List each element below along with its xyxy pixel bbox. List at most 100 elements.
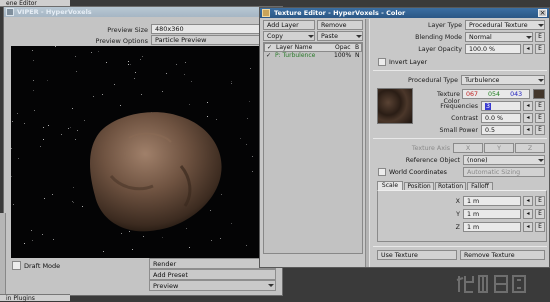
background-window-footer[interactable]: in Plugins bbox=[0, 294, 70, 302]
dropdown-arrow-icon bbox=[268, 284, 274, 287]
world-coordinates-checkbox[interactable] bbox=[378, 168, 386, 176]
layer-opacity: 100% bbox=[334, 52, 352, 59]
dropdown-arrow-icon bbox=[538, 24, 544, 27]
preview-size-label: Preview Size bbox=[107, 26, 148, 34]
render-preview-viewport[interactable] bbox=[11, 46, 279, 258]
pane-splitter[interactable] bbox=[365, 19, 370, 267]
add-layer-button[interactable]: Add Layer bbox=[263, 20, 315, 30]
viper-window-icon bbox=[6, 8, 14, 16]
envelope-e-icon[interactable]: E bbox=[535, 196, 545, 206]
frequencies-field[interactable]: 3 bbox=[481, 101, 521, 111]
axis-z-button[interactable]: Z bbox=[515, 143, 545, 153]
envelope-e-icon[interactable]: E bbox=[535, 101, 545, 111]
asteroid-render bbox=[90, 112, 222, 232]
envelope-e-icon[interactable]: E bbox=[535, 32, 545, 42]
texture-color-b: 043 bbox=[510, 91, 523, 98]
frequencies-value: 3 bbox=[485, 103, 492, 110]
invert-layer-label: Invert Layer bbox=[389, 59, 428, 66]
remove-texture-button[interactable]: Remove Texture bbox=[460, 250, 545, 260]
envelope-e-icon[interactable]: E bbox=[535, 209, 545, 219]
tab-scale[interactable]: Scale bbox=[377, 181, 403, 190]
section-divider bbox=[373, 246, 547, 247]
column-opacity: Opac bbox=[335, 44, 351, 51]
envelope-e-icon[interactable]: E bbox=[535, 113, 545, 123]
layer-row[interactable]: ✓ P: Turbulence 100% N bbox=[264, 52, 362, 61]
axis-y-button[interactable]: Y bbox=[484, 143, 514, 153]
texture-axis-label: Texture Axis bbox=[411, 145, 450, 152]
axis-x-button[interactable]: X bbox=[453, 143, 483, 153]
envelope-e-icon[interactable]: E bbox=[535, 44, 545, 54]
reference-object-label: Reference Object bbox=[405, 157, 460, 164]
checkmark-icon: ✓ bbox=[267, 44, 273, 51]
section-divider bbox=[373, 70, 547, 71]
procedural-type-select[interactable]: Turbulence bbox=[461, 75, 545, 85]
scale-x-label: X bbox=[455, 198, 460, 205]
add-preset-button[interactable]: Add Preset bbox=[149, 269, 276, 280]
layer-type-label: Layer Type bbox=[427, 22, 462, 29]
column-layer-name: Layer Name bbox=[276, 44, 313, 51]
preview-options-select[interactable]: Particle Preview bbox=[151, 35, 273, 45]
texture-editor-title-bar[interactable]: Texture Editor - HyperVoxels - Color × bbox=[260, 8, 549, 18]
contrast-label: Contrast bbox=[451, 115, 478, 122]
side-scroll-strip[interactable] bbox=[0, 213, 6, 301]
small-power-label: Small Power bbox=[439, 127, 478, 134]
remove-layer-button[interactable]: Remove Layer bbox=[317, 20, 363, 38]
dropdown-arrow-icon bbox=[308, 35, 314, 38]
viper-title-bar[interactable]: VIPER - HyperVoxels bbox=[4, 7, 282, 17]
viper-window: VIPER - HyperVoxels Preview Size 480x360… bbox=[3, 6, 283, 296]
layer-list-header: ✓ Layer Name Opac B bbox=[264, 43, 362, 52]
small-power-field[interactable]: 0.5 bbox=[481, 125, 521, 135]
texture-color-g: 054 bbox=[488, 91, 501, 98]
frequencies-label: Frequencies bbox=[440, 103, 478, 110]
blending-mode-select[interactable]: Normal bbox=[465, 32, 533, 42]
close-icon[interactable]: × bbox=[538, 9, 547, 17]
layer-list: ✓ Layer Name Opac B ✓ P: Turbulence 100%… bbox=[263, 42, 363, 254]
slider-arrow-icon[interactable]: ◂ bbox=[523, 222, 533, 232]
texture-editor-window-icon bbox=[262, 9, 270, 17]
layer-opacity-label: Layer Opacity bbox=[418, 46, 462, 53]
draft-mode-checkbox[interactable] bbox=[12, 261, 21, 270]
scale-z-field[interactable]: 1 m bbox=[463, 222, 521, 232]
texture-color-r: 067 bbox=[466, 91, 479, 98]
dropdown-arrow-icon bbox=[538, 79, 544, 82]
layer-name: P: Turbulence bbox=[275, 52, 316, 59]
slider-arrow-icon[interactable]: ◂ bbox=[523, 101, 533, 111]
envelope-e-icon[interactable]: ◂ bbox=[523, 44, 533, 54]
slider-arrow-icon[interactable]: ◂ bbox=[523, 209, 533, 219]
reference-object-select[interactable]: (none) bbox=[463, 155, 545, 165]
render-button[interactable]: Render bbox=[149, 258, 276, 269]
preview-select[interactable]: Preview bbox=[149, 280, 276, 291]
envelope-e-icon[interactable]: E bbox=[535, 222, 545, 232]
texture-preview-swatch bbox=[377, 88, 413, 124]
invert-layer-checkbox[interactable] bbox=[378, 58, 386, 66]
slider-arrow-icon[interactable]: ◂ bbox=[523, 125, 533, 135]
scale-y-label: Y bbox=[456, 211, 460, 218]
viper-title: VIPER - HyperVoxels bbox=[17, 8, 92, 16]
automatic-sizing-button[interactable]: Automatic Sizing bbox=[463, 167, 545, 177]
layer-type-select[interactable]: Procedural Texture bbox=[465, 20, 545, 30]
checkmark-icon[interactable]: ✓ bbox=[266, 52, 271, 60]
scale-x-field[interactable]: 1 m bbox=[463, 196, 521, 206]
texture-color-field[interactable]: 067 054 043 bbox=[462, 89, 530, 99]
tab-panel bbox=[377, 190, 547, 242]
world-coordinates-label: World Coordinates bbox=[389, 169, 447, 176]
texture-color-chip[interactable] bbox=[533, 89, 545, 99]
dropdown-arrow-icon bbox=[356, 35, 362, 38]
watermark-logo bbox=[456, 275, 526, 293]
blending-mode-label: Blending Mode bbox=[415, 34, 462, 41]
slider-arrow-icon[interactable]: ◂ bbox=[523, 113, 533, 123]
scale-y-field[interactable]: 1 m bbox=[463, 209, 521, 219]
texture-editor-window: Texture Editor - HyperVoxels - Color × A… bbox=[259, 7, 550, 268]
layer-opacity-field[interactable]: 100.0 % bbox=[465, 44, 521, 54]
dropdown-arrow-icon bbox=[538, 159, 544, 162]
procedural-type-label: Procedural Type bbox=[408, 77, 458, 84]
slider-arrow-icon[interactable]: ◂ bbox=[523, 196, 533, 206]
layer-blend: N bbox=[355, 52, 360, 59]
use-texture-button[interactable]: Use Texture bbox=[377, 250, 457, 260]
contrast-field[interactable]: 0.0 % bbox=[481, 113, 521, 123]
scale-z-label: Z bbox=[455, 224, 460, 231]
column-blend: B bbox=[355, 44, 360, 51]
envelope-e-icon[interactable]: E bbox=[535, 125, 545, 135]
preview-size-field[interactable]: 480x360 bbox=[151, 24, 273, 34]
draft-mode-label: Draft Mode bbox=[24, 262, 61, 270]
